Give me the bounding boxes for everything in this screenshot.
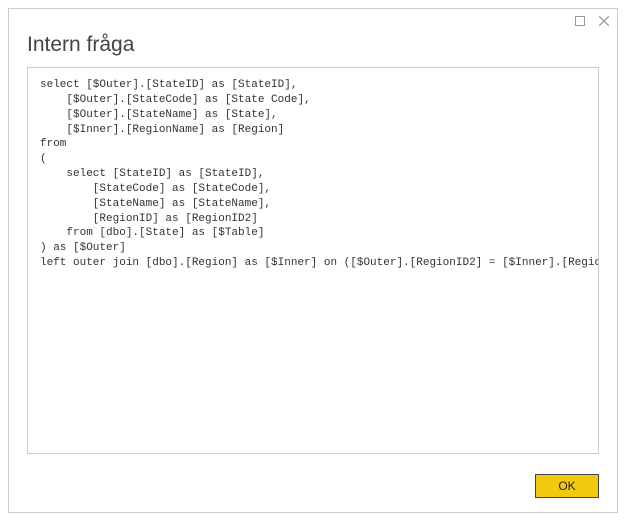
maximize-button[interactable] <box>573 14 587 28</box>
window-titlebar <box>9 9 617 31</box>
dialog-header: Intern fråga <box>9 31 617 67</box>
ok-button[interactable]: OK <box>535 474 599 498</box>
query-text-area[interactable]: select [$Outer].[StateID] as [StateID], … <box>27 67 599 454</box>
close-button[interactable] <box>597 14 611 28</box>
dialog-footer: OK <box>9 464 617 512</box>
native-query-dialog: Intern fråga select [$Outer].[StateID] a… <box>8 8 618 513</box>
maximize-icon <box>575 16 585 26</box>
dialog-content: select [$Outer].[StateID] as [StateID], … <box>9 67 617 464</box>
close-icon <box>599 16 609 26</box>
dialog-title: Intern fråga <box>27 33 599 57</box>
